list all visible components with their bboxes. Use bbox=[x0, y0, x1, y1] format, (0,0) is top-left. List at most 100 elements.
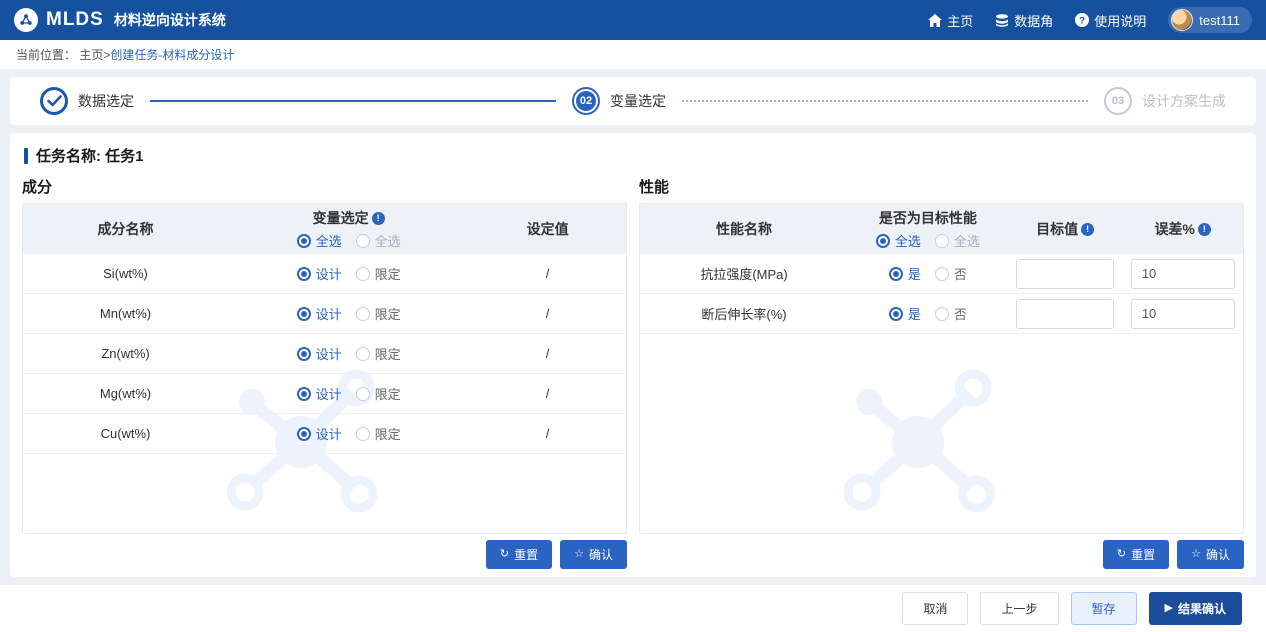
task-name: 任务1 bbox=[105, 148, 144, 165]
limit-radio[interactable]: 限定 bbox=[355, 384, 401, 403]
step-3-design-generation: 03 设计方案生成 bbox=[1104, 87, 1226, 115]
nav-home[interactable]: 主页 bbox=[928, 11, 973, 30]
set-value: / bbox=[545, 306, 550, 321]
info-icon[interactable]: ! bbox=[1197, 222, 1211, 236]
home-icon bbox=[928, 13, 943, 27]
radio-on-icon bbox=[296, 306, 311, 321]
task-title: 任务名称: 任务1 bbox=[24, 145, 1242, 166]
radio-off-icon bbox=[934, 233, 949, 248]
app-header: MLDS 材料逆向设计系统 主页 数据角 ? 使用说明 test111 bbox=[0, 0, 1266, 40]
star-icon: ☆ bbox=[1191, 548, 1201, 560]
performance-row: 抗拉强度(MPa) 是 否 bbox=[640, 254, 1243, 294]
brand: MLDS 材料逆向设计系统 bbox=[14, 8, 226, 32]
breadcrumb: 当前位置： 主页>创建任务-材料成分设计 bbox=[0, 40, 1266, 69]
component-name: Cu(wt%) bbox=[100, 426, 151, 441]
nav-help-label: 使用说明 bbox=[1094, 13, 1147, 29]
composition-confirm-button[interactable]: ☆ 确认 bbox=[560, 540, 627, 569]
brand-name: MLDS bbox=[46, 9, 104, 30]
col-performance-name: 性能名称 bbox=[716, 221, 773, 237]
nav-home-label: 主页 bbox=[947, 13, 974, 29]
radio-on-icon bbox=[888, 306, 903, 321]
yes-radio[interactable]: 是 bbox=[888, 304, 921, 323]
step-connector-dotted bbox=[682, 100, 1088, 102]
radio-off-icon bbox=[355, 346, 370, 361]
performance-header-row: 性能名称 是否为目标性能 全选 全选 目标值! 误差%! bbox=[640, 204, 1243, 254]
radio-on-icon bbox=[296, 346, 311, 361]
set-value: / bbox=[545, 346, 550, 361]
step-2-label: 变量选定 bbox=[610, 93, 666, 109]
composition-actions: ↻ 重置 ☆ 确认 bbox=[22, 540, 627, 569]
svg-text:?: ? bbox=[1079, 15, 1085, 26]
question-icon: ? bbox=[1075, 13, 1090, 27]
select-all-no-radio[interactable]: 全选 bbox=[934, 231, 980, 250]
result-confirm-button[interactable]: ▶ 结果确认 bbox=[1148, 592, 1242, 625]
limit-radio[interactable]: 限定 bbox=[355, 264, 401, 283]
yes-radio[interactable]: 是 bbox=[888, 264, 921, 283]
performance-confirm-button[interactable]: ☆ 确认 bbox=[1177, 540, 1244, 569]
brand-subtitle: 材料逆向设计系统 bbox=[113, 12, 226, 28]
radio-off-icon bbox=[934, 266, 949, 281]
performance-table: 性能名称 是否为目标性能 全选 全选 目标值! 误差%! 抗拉强度(MPa) 是 bbox=[639, 203, 1244, 534]
composition-table: 成分名称 变量选定! 全选 全选 设定值 Si(wt%) 设计 限定 / Mn(… bbox=[22, 203, 627, 534]
composition-panel: 成分 成分名称 变量选定 ! 全选 全选 设定值 Si(wt%) 设计 限定 /… bbox=[22, 174, 627, 569]
user-menu[interactable]: test111 bbox=[1168, 7, 1252, 33]
limit-radio[interactable]: 限定 bbox=[355, 424, 401, 443]
select-all-limit-radio[interactable]: 全选 bbox=[355, 231, 401, 250]
breadcrumb-current[interactable]: 创建任务-材料成分设计 bbox=[110, 48, 234, 62]
nav-help[interactable]: ? 使用说明 bbox=[1075, 11, 1146, 30]
breadcrumb-home[interactable]: 主页 bbox=[79, 48, 103, 62]
performance-name: 抗拉强度(MPa) bbox=[700, 267, 788, 282]
error-percent-input[interactable] bbox=[1130, 258, 1235, 289]
component-name: Mn(wt%) bbox=[99, 306, 152, 321]
design-radio[interactable]: 设计 bbox=[296, 304, 342, 323]
performance-row: 断后伸长率(%) 是 否 bbox=[640, 294, 1243, 334]
limit-radio[interactable]: 限定 bbox=[355, 344, 401, 363]
previous-step-button[interactable]: 上一步 bbox=[980, 592, 1059, 625]
molecule-watermark bbox=[821, 354, 1016, 519]
select-all-yes-radio[interactable]: 全选 bbox=[875, 231, 921, 250]
check-icon bbox=[40, 87, 68, 115]
breadcrumb-prefix: 当前位置： bbox=[16, 48, 77, 62]
limit-radio[interactable]: 限定 bbox=[355, 304, 401, 323]
no-radio[interactable]: 否 bbox=[934, 304, 967, 323]
composition-row: Cu(wt%) 设计 限定 / bbox=[23, 414, 626, 454]
cancel-button[interactable]: 取消 bbox=[902, 592, 969, 625]
component-name: Zn(wt%) bbox=[101, 346, 150, 361]
target-value-input[interactable] bbox=[1015, 298, 1115, 329]
error-percent-input[interactable] bbox=[1130, 298, 1235, 329]
design-radio[interactable]: 设计 bbox=[296, 424, 342, 443]
nav-data[interactable]: 数据角 bbox=[995, 11, 1053, 30]
target-value-input[interactable] bbox=[1015, 258, 1115, 289]
info-icon[interactable]: ! bbox=[1081, 222, 1095, 236]
step-connector-solid bbox=[150, 100, 556, 102]
nav-data-label: 数据角 bbox=[1014, 13, 1054, 29]
title-accent-bar bbox=[24, 147, 28, 164]
save-draft-button[interactable]: 暂存 bbox=[1070, 592, 1137, 625]
col-error-percent: 误差%! bbox=[1122, 215, 1243, 243]
panels: 成分 成分名称 变量选定 ! 全选 全选 设定值 Si(wt%) 设计 限定 /… bbox=[22, 174, 1244, 569]
radio-off-icon bbox=[355, 386, 370, 401]
no-radio[interactable]: 否 bbox=[934, 264, 967, 283]
col-set-value: 设定值 bbox=[526, 221, 569, 237]
composition-row: Si(wt%) 设计 限定 / bbox=[23, 254, 626, 294]
performance-reset-button[interactable]: ↻ 重置 bbox=[1102, 540, 1170, 569]
col-target-value: 目标值! bbox=[1008, 215, 1123, 243]
step-2-badge: 02 bbox=[572, 87, 600, 115]
top-nav: 主页 数据角 ? 使用说明 test111 bbox=[928, 7, 1252, 33]
performance-name: 断后伸长率(%) bbox=[701, 307, 787, 322]
composition-title: 成分 bbox=[22, 179, 53, 196]
radio-on-icon bbox=[296, 266, 311, 281]
design-radio[interactable]: 设计 bbox=[296, 384, 342, 403]
info-icon[interactable]: ! bbox=[371, 211, 385, 225]
step-2-variable-selection: 02 变量选定 bbox=[572, 87, 666, 115]
radio-off-icon bbox=[355, 233, 370, 248]
radio-on-icon bbox=[875, 233, 890, 248]
select-all-design-radio[interactable]: 全选 bbox=[296, 231, 342, 250]
performance-title: 性能 bbox=[639, 179, 670, 196]
refresh-icon: ↻ bbox=[499, 548, 510, 560]
set-value: / bbox=[545, 426, 550, 441]
composition-row: Mn(wt%) 设计 限定 / bbox=[23, 294, 626, 334]
design-radio[interactable]: 设计 bbox=[296, 344, 342, 363]
composition-reset-button[interactable]: ↻ 重置 bbox=[485, 540, 553, 569]
design-radio[interactable]: 设计 bbox=[296, 264, 342, 283]
